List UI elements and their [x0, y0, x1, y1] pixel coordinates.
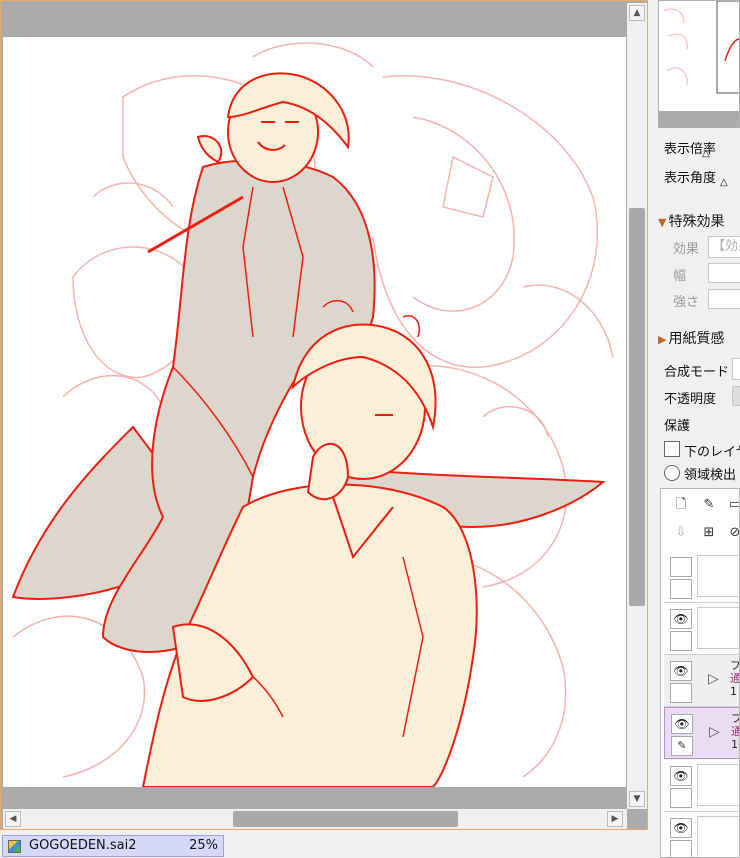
effects-section-header[interactable]: ▼ 特殊効果 — [658, 211, 724, 231]
layer-thumbnail — [697, 816, 739, 857]
clip-label: 下のレイヤ — [684, 445, 740, 460]
view-zoom-slider-icon[interactable]: △ — [702, 148, 710, 159]
opacity-slider[interactable] — [732, 386, 740, 406]
opacity-label: 不透明度 — [664, 392, 717, 407]
blend-mode-select[interactable] — [732, 358, 740, 380]
region-detect-label: 領域検出 — [684, 468, 737, 483]
navigator-preview[interactable] — [658, 0, 740, 128]
layer-lock-toggle[interactable] — [670, 788, 692, 808]
view-angle-label: 表示角度 — [664, 171, 717, 186]
folder-expand-icon[interactable]: ▷ — [709, 724, 720, 740]
paper-texture-title: 用紙質感 — [668, 331, 725, 347]
duplicate-layer-icon[interactable]: ⊞ — [701, 525, 717, 541]
document-zoom: 25% — [189, 838, 218, 853]
layer-folder-row[interactable]: 👁 ▷ フ通1 — [664, 655, 740, 707]
right-panel: 表示倍率 △ 表示角度 △ ▼特殊効果 効果 【効果 幅 強さ ▶用紙質感 合成… — [650, 0, 740, 858]
paper-texture-section-header[interactable]: ▶ 用紙質感 — [658, 328, 724, 348]
view-angle-slider-icon[interactable]: △ — [720, 177, 728, 188]
scroll-left-button[interactable]: ◀ — [5, 811, 21, 827]
drawing-canvas[interactable] — [3, 37, 626, 787]
layer-lock-toggle[interactable] — [670, 840, 692, 857]
layer-name: フ通1 — [731, 712, 739, 751]
eye-icon[interactable]: 👁 — [670, 818, 692, 838]
layer-row[interactable] — [664, 551, 739, 603]
canvas-window[interactable]: ▲ ▼ ◀ ▶ — [0, 0, 648, 830]
sai-file-icon — [8, 840, 21, 853]
layer-row[interactable]: 👁 — [664, 603, 739, 655]
layer-panel: 🗋 ✎ ▭ ⇩ ⊞ ⊘ 👁 👁 ▷ フ通1 👁 ✎ ▷ フ通1 👁 — [660, 488, 740, 858]
eye-icon[interactable]: 👁 — [670, 766, 692, 786]
blend-mode-label: 合成モード — [664, 365, 730, 380]
effect-width-label: 幅 — [673, 269, 687, 284]
eye-icon[interactable]: 👁 — [671, 714, 693, 734]
layer-row[interactable]: 👁 — [664, 812, 739, 857]
layer-folder-row-selected[interactable]: 👁 ✎ ▷ フ通1 — [664, 707, 739, 759]
new-layer-icon[interactable]: 🗋 — [673, 497, 689, 513]
layer-thumbnail — [697, 555, 739, 597]
clear-layer-icon[interactable]: ⊘ — [727, 525, 739, 541]
visibility-toggle[interactable] — [670, 557, 692, 577]
layer-thumbnail — [697, 764, 739, 806]
layer-lock-toggle[interactable] — [670, 683, 692, 703]
protect-label: 保護 — [664, 419, 691, 434]
layer-name: フ通1 — [730, 659, 740, 698]
effect-label: 効果 — [673, 242, 700, 257]
layer-lock-toggle[interactable] — [670, 631, 692, 651]
clip-checkbox[interactable] — [664, 441, 680, 457]
vertical-scrollbar[interactable]: ▲ ▼ — [627, 3, 647, 809]
layer-row[interactable]: 👁 — [664, 760, 739, 812]
layer-thumbnail — [697, 607, 739, 649]
horizontal-scrollbar[interactable]: ◀ ▶ — [3, 809, 627, 829]
document-tab-bar: GOGOEDEN.sai2 25% — [0, 834, 740, 858]
vertical-scroll-thumb[interactable] — [629, 208, 645, 606]
new-linework-layer-icon[interactable]: ✎ — [701, 497, 717, 513]
merge-down-icon[interactable]: ⇩ — [673, 525, 689, 541]
sketch-artwork — [11, 42, 614, 787]
pen-icon: ✎ — [671, 736, 693, 756]
navigator-thumbnail — [659, 1, 739, 127]
effect-strength-slider[interactable] — [708, 289, 740, 309]
new-folder-icon[interactable]: ▭ — [727, 497, 739, 513]
folder-expand-icon[interactable]: ▷ — [708, 671, 719, 687]
effect-strength-label: 強さ — [673, 295, 700, 310]
eye-icon[interactable]: 👁 — [670, 609, 692, 629]
horizontal-scroll-thumb[interactable] — [233, 811, 458, 827]
expand-triangle-icon: ▶ — [658, 333, 667, 346]
document-tab[interactable]: GOGOEDEN.sai2 25% — [2, 835, 224, 857]
scroll-up-button[interactable]: ▲ — [629, 5, 645, 21]
scroll-right-button[interactable]: ▶ — [607, 811, 623, 827]
effects-section-title: 特殊効果 — [668, 214, 725, 230]
scroll-down-button[interactable]: ▼ — [629, 791, 645, 807]
layer-lock-toggle[interactable] — [670, 579, 692, 599]
document-filename: GOGOEDEN.sai2 — [29, 838, 137, 853]
eye-icon[interactable]: 👁 — [670, 661, 692, 681]
collapse-triangle-icon: ▼ — [658, 216, 667, 229]
region-detect-radio[interactable] — [664, 465, 680, 481]
effect-width-slider[interactable] — [708, 263, 740, 283]
effect-select[interactable]: 【効果 — [708, 236, 740, 258]
